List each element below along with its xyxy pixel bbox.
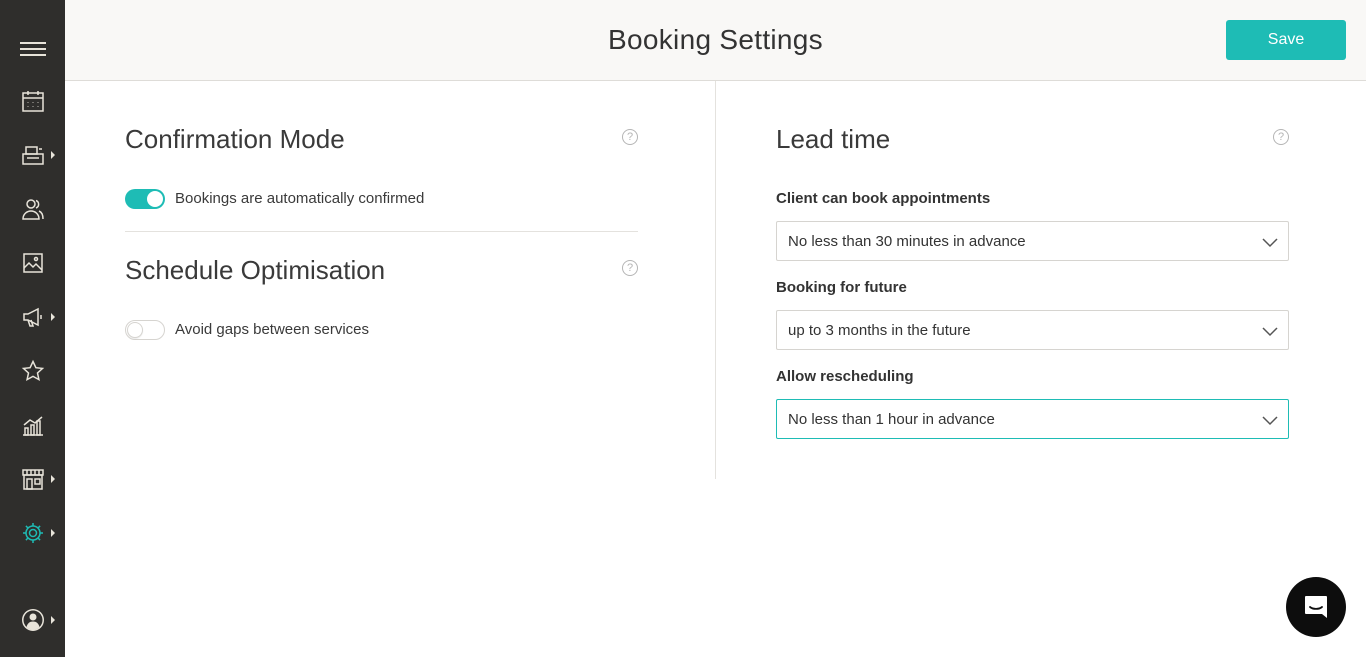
booking-future-select[interactable]: up to 3 months in the future (776, 310, 1289, 350)
avoid-gaps-toggle[interactable] (125, 320, 165, 340)
book-appointments-select[interactable]: No less than 30 minutes in advance (776, 221, 1289, 261)
select-value: No less than 1 hour in advance (788, 411, 995, 428)
megaphone-icon[interactable] (0, 297, 65, 337)
analytics-icon[interactable] (0, 405, 65, 445)
confirmation-mode-title: Confirmation Mode (125, 124, 345, 154)
auto-confirm-label: Bookings are automatically confirmed (175, 190, 425, 207)
book-appointments-label: Client can book appointments (776, 190, 991, 207)
avoid-gaps-label: Avoid gaps between services (175, 321, 370, 338)
chat-icon (1305, 596, 1327, 618)
page-title: Booking Settings (608, 24, 823, 55)
calendar-icon[interactable] (0, 81, 65, 121)
page-header: Booking Settings Save (65, 0, 1366, 81)
toggle-knob (147, 191, 163, 207)
clients-icon[interactable] (0, 189, 65, 229)
lead-time-help-icon[interactable]: ? (1273, 129, 1289, 145)
submenu-caret-icon (51, 529, 55, 537)
user-avatar-icon[interactable] (0, 600, 65, 640)
gear-icon[interactable] (0, 513, 65, 553)
confirmation-help-icon[interactable]: ? (622, 129, 638, 145)
save-button[interactable]: Save (1226, 20, 1346, 60)
section-divider (125, 231, 638, 232)
lead-time-title: Lead time (776, 124, 891, 154)
chevron-down-icon (1262, 416, 1278, 426)
select-value: No less than 30 minutes in advance (788, 233, 1026, 250)
chat-launcher-button[interactable] (1286, 577, 1346, 637)
star-icon[interactable] (0, 351, 65, 391)
submenu-caret-icon (51, 151, 55, 159)
chevron-down-icon (1262, 238, 1278, 248)
column-divider (715, 81, 716, 479)
toggle-knob (127, 322, 143, 338)
chevron-down-icon (1262, 327, 1278, 337)
rescheduling-select[interactable]: No less than 1 hour in advance (776, 399, 1289, 439)
optimisation-help-icon[interactable]: ? (622, 260, 638, 276)
store-icon[interactable] (0, 459, 65, 499)
gallery-icon[interactable] (0, 243, 65, 283)
app-root: Booking Settings Save Confirmation Mode … (0, 0, 1366, 657)
rescheduling-label: Allow rescheduling (776, 368, 914, 385)
auto-confirm-toggle[interactable] (125, 189, 165, 209)
submenu-caret-icon (51, 616, 55, 624)
submenu-caret-icon (51, 475, 55, 483)
booking-future-label: Booking for future (776, 279, 907, 296)
submenu-caret-icon (51, 313, 55, 321)
register-icon[interactable] (0, 135, 65, 175)
sidebar (0, 0, 65, 657)
schedule-optimisation-title: Schedule Optimisation (125, 255, 386, 285)
menu-icon[interactable] (0, 29, 65, 69)
select-value: up to 3 months in the future (788, 322, 971, 339)
